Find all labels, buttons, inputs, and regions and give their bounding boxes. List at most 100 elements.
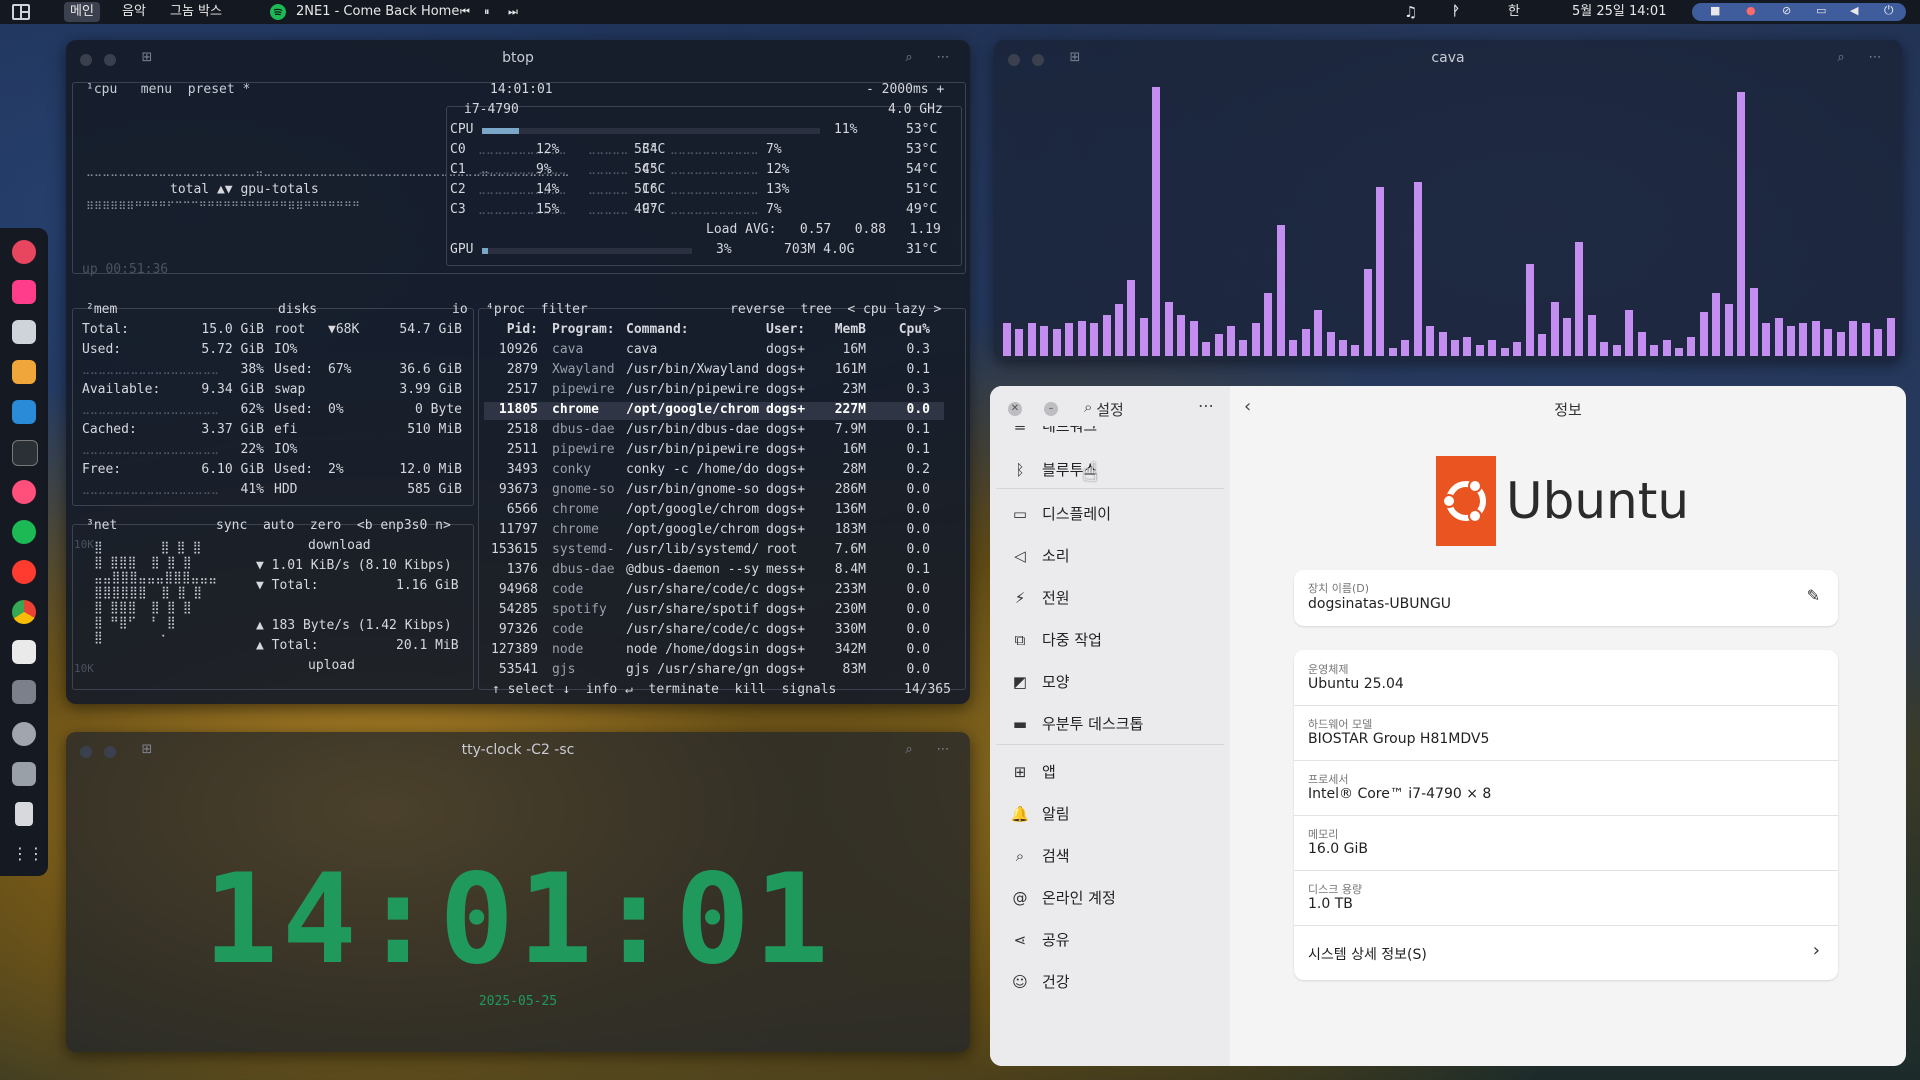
update-interval[interactable]: - 2000ms +: [866, 82, 944, 97]
ubuntu-desktop-icon: ▬: [1012, 715, 1028, 733]
sidebar-item-power[interactable]: ⚡ 전원: [1010, 580, 1070, 616]
now-playing-text[interactable]: 2NE1 - Come Back Home: [296, 0, 459, 24]
visualizer-bar: [1799, 323, 1807, 356]
sidebar-item-multitasking[interactable]: ⧉ 다중 작업: [1010, 622, 1102, 658]
system-details-row[interactable]: 시스템 상세 정보(S) ›: [1294, 926, 1838, 980]
sidebar-item-appearance[interactable]: ◩ 모양: [1010, 664, 1070, 700]
quick-settings-tray[interactable]: ■ ● ⊘ ▭ ◀ ⏻: [1692, 3, 1906, 21]
music-note-icon[interactable]: ♫: [1404, 0, 1417, 24]
workspace-main[interactable]: 메인: [64, 2, 100, 22]
workspace-gnome-boxes[interactable]: 그놈 박스: [164, 2, 228, 22]
app-icon-dock-2[interactable]: [12, 280, 36, 304]
mem-value: 9.34 GiB: [201, 382, 264, 397]
proc-cell: conky: [552, 462, 592, 477]
mem-meter: ⣀⣀⣀⣀⣀⣀⣀⣀⣀⣀⣀⣀⣀⣀⣀⣀⣀: [82, 362, 219, 375]
app-icon-dock-1[interactable]: [12, 240, 36, 264]
sidebar-item-wellbeing[interactable]: ☺ 건강: [1010, 964, 1069, 1000]
hand-cursor-icon: ☝: [1082, 458, 1098, 488]
sidebar-item-network[interactable]: ≡ 네트워크: [1010, 426, 1098, 444]
core-temp: 51°C: [906, 182, 938, 197]
menu-icon[interactable]: ⋯: [1198, 396, 1214, 415]
sidebar-scrollbar[interactable]: [1220, 438, 1224, 1018]
cava-window[interactable]: ⊞ cava ⌕ ⋯: [994, 40, 1902, 360]
net-header[interactable]: ³net: [86, 518, 117, 533]
show-apps-icon[interactable]: ⋮⋮: [12, 842, 44, 866]
mem-header[interactable]: ²mem: [86, 302, 117, 317]
proc-column-header[interactable]: User:: [766, 322, 805, 337]
device-name-card[interactable]: 장치 이름(D) dogsinatas-UBUNGU ✎: [1294, 570, 1838, 626]
proc-column-header[interactable]: Pid:: [486, 322, 538, 337]
sidebar-item-apps[interactable]: ⊞ 앱: [1010, 754, 1056, 790]
proc-column-header[interactable]: Program:: [552, 322, 615, 337]
app-icon-dock-4[interactable]: [12, 360, 36, 384]
core-graph: ⣀⣀⣀⣀⣀⣀⣀⣀⣀⣀⣀: [670, 142, 759, 155]
proc-cell: 0.0: [906, 602, 930, 617]
app-icon-dock-3[interactable]: [12, 320, 36, 344]
pomodoro-icon[interactable]: ᚹ: [1452, 0, 1460, 24]
cpu-total-label: CPU: [450, 122, 474, 137]
search-icon[interactable]: ⌕: [1830, 48, 1852, 68]
disk-key: HDD: [274, 482, 298, 497]
cpu-box-header[interactable]: ¹cpu menu preset *: [86, 82, 250, 97]
music-app-icon[interactable]: [12, 480, 36, 504]
menu-icon[interactable]: ⋯: [932, 48, 954, 68]
activities-icon[interactable]: [12, 0, 30, 24]
app-icon-dock-9[interactable]: [12, 560, 36, 584]
proc-cell: dbus-dae: [552, 562, 615, 577]
proc-cell: 330M: [834, 622, 866, 637]
proc-column-header[interactable]: Cpu%: [866, 322, 930, 337]
sidebar-item-display[interactable]: ▭ 디스플레이: [1010, 496, 1111, 532]
mem-value: 5.72 GiB: [201, 342, 264, 357]
pause-icon[interactable]: ⏸: [484, 0, 490, 24]
workspace-music[interactable]: 음악: [116, 2, 152, 22]
sidebar-item-sound[interactable]: ◁ 소리: [1010, 538, 1069, 574]
graph-label[interactable]: total ▲▼ gpu-totals: [170, 182, 319, 197]
clock-datetime[interactable]: 5월 25일 14:01: [1572, 0, 1666, 24]
sidebar-item-search[interactable]: ⌕ 검색: [1010, 838, 1070, 874]
edit-pencil-icon[interactable]: ✎: [1807, 586, 1820, 605]
bluetooth-icon: ᛒ: [1015, 461, 1025, 479]
net-controls[interactable]: sync auto zero <b enp3s0 n>: [216, 518, 451, 533]
app-icon-dock-5[interactable]: [12, 400, 36, 424]
next-track-icon[interactable]: ⏭: [508, 0, 518, 24]
disk-key: Used:: [274, 402, 314, 417]
input-method-indicator[interactable]: 한: [1508, 0, 1520, 24]
proc-cell: /usr/share/spotif: [626, 602, 760, 617]
search-icon[interactable]: ⌕: [898, 740, 920, 760]
sidebar-item-label: 앱: [1042, 763, 1056, 781]
visualizer-bar: [1613, 345, 1621, 356]
proc-column-header[interactable]: Command:: [626, 322, 689, 337]
sidebar-item-ubuntu-desktop[interactable]: ▬ 우분투 데스크톱: [1010, 706, 1143, 742]
sidebar-item-online-accounts[interactable]: @ 온라인 계정: [1010, 880, 1116, 916]
menu-icon[interactable]: ⋯: [1864, 48, 1886, 68]
proc-cell: dogs+: [766, 382, 806, 397]
chrome-icon[interactable]: [12, 600, 36, 624]
disk-icon[interactable]: [12, 762, 36, 786]
btop-window[interactable]: ⊞ btop ⌕ ⋯ ¹cpu menu preset * 14:01:01 -…: [66, 40, 970, 704]
sidebar-item-sharing[interactable]: ⋖ 공유: [1010, 922, 1070, 958]
disk-meta: 0%: [328, 402, 344, 417]
menu-icon[interactable]: ⋯: [932, 740, 954, 760]
disks-header: disks: [278, 302, 318, 317]
device-name-value[interactable]: dogsinatas-UBUNGU: [1308, 596, 1451, 612]
io-toggle[interactable]: io: [452, 302, 468, 317]
proc-column-header[interactable]: MemB: [818, 322, 866, 337]
sidebar-item-notifications[interactable]: 🔔 알림: [1010, 796, 1070, 832]
terminal-icon[interactable]: [12, 440, 38, 466]
proc-controls[interactable]: reverse tree < cpu lazy >: [730, 302, 941, 317]
settings-dock-icon[interactable]: [12, 722, 36, 746]
proc-header[interactable]: ⁴proc filter: [486, 302, 588, 317]
proc-footer[interactable]: ↑ select ↓ info ↵ terminate kill signals: [492, 682, 836, 697]
sound-icon: ◁: [1014, 547, 1026, 565]
trash-icon[interactable]: [15, 802, 33, 826]
tty-clock-window[interactable]: ⊞ tty-clock -C2 -sc ⌕ ⋯ 14:01:01 2025-05…: [66, 732, 970, 1052]
text-editor-icon[interactable]: [12, 640, 36, 664]
proc-cell: mess+: [766, 562, 806, 577]
core-temp-graph: ⣀⣀⣀⣀⣀: [588, 142, 629, 155]
settings-window[interactable]: ✕ – ⌕ 설정 ⋯ ≡ 네트워크 ᛒ 블루투스 ▭ 디스플레이 ◁ 소리 ⚡ 전원 ⧉ 다중 작업 ◩…: [990, 386, 1906, 1066]
app-icon-dock-12[interactable]: [12, 680, 36, 704]
spotify-dock-icon[interactable]: [12, 520, 36, 544]
proc-cell: dogs+: [766, 442, 806, 457]
search-icon[interactable]: ⌕: [898, 48, 920, 68]
previous-track-icon[interactable]: ⏮: [460, 0, 470, 24]
